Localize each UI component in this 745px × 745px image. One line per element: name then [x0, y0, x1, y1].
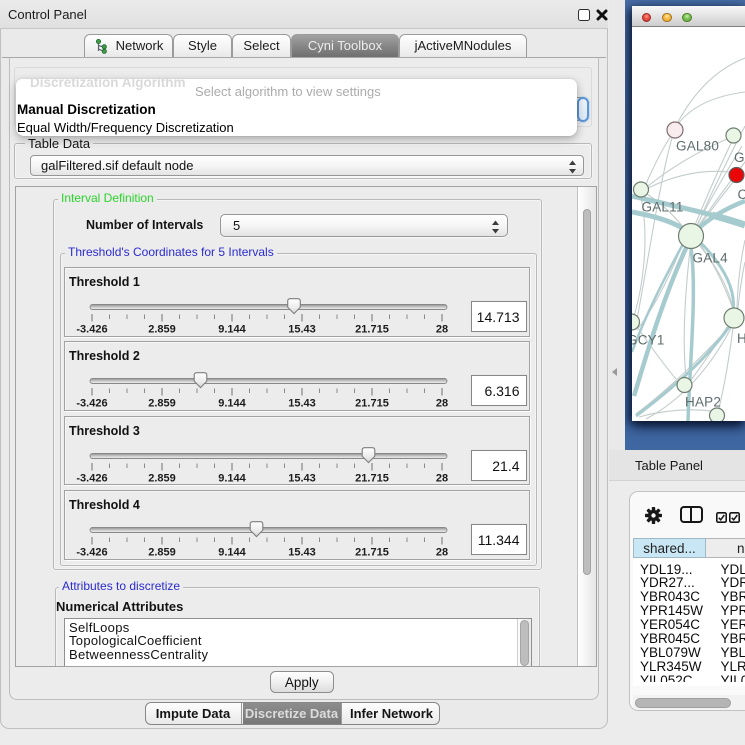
svg-text:21.715: 21.715: [355, 472, 389, 484]
svg-text:-3.426: -3.426: [76, 324, 107, 336]
svg-text:9.144: 9.144: [218, 398, 246, 410]
svg-text:2.859: 2.859: [148, 398, 176, 410]
svg-text:15.43: 15.43: [288, 398, 316, 410]
svg-text:28: 28: [435, 398, 447, 410]
svg-text:Threshold 4: Threshold 4: [69, 498, 140, 512]
svg-text:9.144: 9.144: [218, 547, 246, 559]
svg-text:-3.426: -3.426: [76, 398, 107, 410]
svg-text:2.859: 2.859: [148, 547, 176, 559]
svg-text:21.715: 21.715: [355, 398, 389, 410]
svg-text:GAL11: GAL11: [642, 200, 684, 215]
svg-text:28: 28: [435, 547, 447, 559]
svg-text:Threshold 3: Threshold 3: [69, 424, 140, 438]
svg-text:-3.426: -3.426: [76, 472, 107, 484]
svg-text:GAL4: GAL4: [693, 251, 729, 266]
svg-text:GCY1: GCY1: [632, 333, 665, 348]
svg-text:15.43: 15.43: [288, 547, 316, 559]
svg-text:GA: GA: [734, 150, 745, 165]
svg-text:21.715: 21.715: [355, 547, 389, 559]
svg-text:15.43: 15.43: [288, 472, 316, 484]
svg-text:28: 28: [435, 472, 447, 484]
svg-text:C: C: [738, 187, 745, 202]
svg-text:2.859: 2.859: [148, 324, 176, 336]
svg-text:9.144: 9.144: [218, 472, 246, 484]
svg-text:H: H: [737, 331, 745, 346]
svg-text:HAP2: HAP2: [685, 395, 721, 410]
svg-text:Threshold 1: Threshold 1: [69, 275, 140, 289]
svg-text:Threshold 2: Threshold 2: [69, 349, 140, 363]
svg-text:2.859: 2.859: [148, 472, 176, 484]
svg-text:21.715: 21.715: [355, 324, 389, 336]
svg-text:15.43: 15.43: [288, 324, 316, 336]
svg-text:28: 28: [435, 324, 447, 336]
svg-text:GAL80: GAL80: [676, 139, 719, 154]
svg-text:-3.426: -3.426: [76, 547, 107, 559]
svg-text:9.144: 9.144: [218, 324, 246, 336]
